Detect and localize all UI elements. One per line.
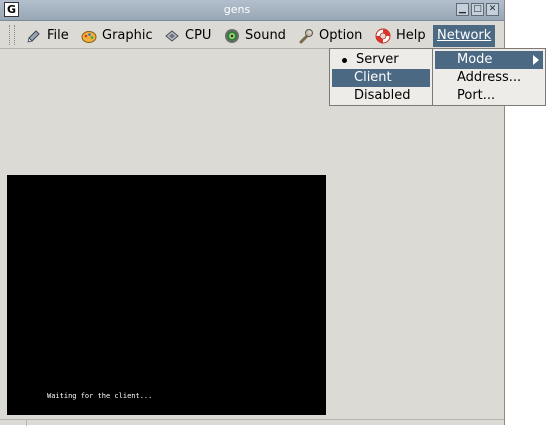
graphic-icon <box>81 31 97 43</box>
maximize-button[interactable]: □ <box>471 3 484 16</box>
menu-item-mode-label: Mode <box>457 52 493 67</box>
menu-option[interactable]: Option <box>298 25 364 47</box>
file-icon <box>27 30 40 43</box>
menu-sound-label: Sound <box>245 28 286 43</box>
minimize-button[interactable]: ▁ <box>456 3 469 16</box>
minimize-icon: ▁ <box>459 4 466 14</box>
menu-cpu[interactable]: CPU <box>164 25 214 47</box>
submenu-arrow-icon <box>533 55 539 65</box>
maximize-icon: □ <box>473 4 482 14</box>
menu-item-mode[interactable]: Mode <box>435 51 543 69</box>
menu-file-label: File <box>47 28 69 43</box>
menu-graphic[interactable]: Graphic <box>81 25 153 47</box>
wrench-icon <box>299 29 313 44</box>
menu-bar: File Graphic CPU Sound Option Help Netwo… <box>0 21 504 49</box>
cpu-icon <box>165 30 179 42</box>
network-menu: Mode Address... Port... <box>432 48 546 106</box>
mode-submenu: Server Client Disabled <box>329 48 433 106</box>
menu-help[interactable]: Help <box>375 25 427 47</box>
close-icon: ✕ <box>488 4 497 14</box>
menu-item-disabled[interactable]: Disabled <box>332 87 430 105</box>
window-title: gens <box>223 3 251 16</box>
menu-item-address[interactable]: Address... <box>435 69 543 87</box>
close-button[interactable]: ✕ <box>486 3 499 16</box>
menubar-grip[interactable] <box>9 25 15 45</box>
radio-bullet-icon <box>342 58 347 63</box>
menu-help-label: Help <box>396 28 426 43</box>
menu-graphic-label: Graphic <box>102 28 153 43</box>
help-lifebuoy-icon <box>375 28 391 44</box>
menu-option-label: Option <box>319 28 363 43</box>
screen-status-text: Waiting for the client... <box>47 392 153 400</box>
title-bar[interactable]: G gens ▁ □ ✕ <box>0 0 504 21</box>
menu-item-address-label: Address... <box>457 70 522 85</box>
menu-item-client-label: Client <box>354 70 392 85</box>
menu-item-port[interactable]: Port... <box>435 87 543 105</box>
menu-cpu-label: CPU <box>185 28 212 43</box>
sound-icon <box>225 29 239 43</box>
menu-item-disabled-label: Disabled <box>354 88 411 103</box>
emulator-screen[interactable]: Waiting for the client... <box>7 175 326 415</box>
menu-file[interactable]: File <box>26 25 71 47</box>
menu-sound[interactable]: Sound <box>224 25 290 47</box>
menu-item-server[interactable]: Server <box>332 51 430 69</box>
menu-item-client[interactable]: Client <box>332 69 430 87</box>
menu-item-server-label: Server <box>356 52 399 67</box>
menu-network-label: Network <box>437 28 492 43</box>
menu-network[interactable]: Network <box>433 25 495 47</box>
menu-item-port-label: Port... <box>457 88 496 103</box>
status-separator <box>26 420 27 426</box>
